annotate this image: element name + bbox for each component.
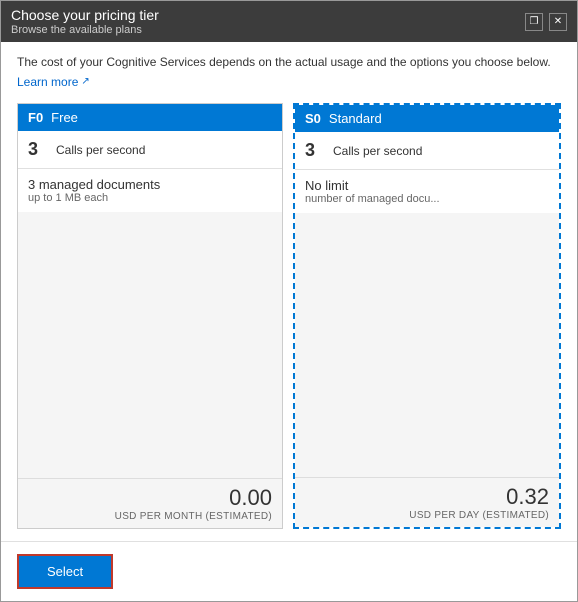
plan-f0-detail-sub: up to 1 MB each — [28, 192, 272, 204]
close-button[interactable]: ✕ — [549, 13, 567, 31]
plan-card-s0[interactable]: S0 Standard 3 Calls per second No limit … — [293, 103, 561, 529]
dialog-subtitle: Browse the available plans — [11, 24, 159, 36]
plan-s0-calls-row: 3 Calls per second — [295, 132, 559, 170]
plan-s0-header: S0 Standard — [295, 105, 559, 132]
plan-f0-price-unit: USD PER MONTH (ESTIMATED) — [28, 511, 272, 522]
plan-f0-body: 3 Calls per second 3 managed documents u… — [18, 131, 282, 478]
dialog: Choose your pricing tier Browse the avai… — [0, 0, 578, 602]
restore-button[interactable]: ❐ — [525, 13, 543, 31]
plans-container: F0 Free 3 Calls per second 3 managed doc… — [17, 103, 561, 529]
plan-s0-price: 0.32 — [305, 484, 549, 510]
dialog-title: Choose your pricing tier — [11, 7, 159, 23]
external-link-icon: ↗ — [81, 76, 89, 87]
learn-more-label: Learn more — [17, 75, 78, 89]
plan-f0-detail: 3 managed documents up to 1 MB each — [18, 169, 282, 212]
plan-s0-detail: No limit number of managed docu... — [295, 170, 559, 213]
select-button[interactable]: Select — [17, 554, 113, 589]
plan-f0-id: F0 — [28, 110, 43, 125]
plan-s0-price-unit: USD PER DAY (ESTIMATED) — [305, 510, 549, 521]
plan-f0-header: F0 Free — [18, 104, 282, 131]
plan-s0-body: 3 Calls per second No limit number of ma… — [295, 132, 559, 477]
plan-f0-name: Free — [51, 110, 78, 125]
title-bar-controls: ❐ ✕ — [525, 13, 567, 31]
plan-s0-calls-label: Calls per second — [333, 140, 422, 158]
title-bar-left: Choose your pricing tier Browse the avai… — [11, 7, 159, 36]
plan-f0-price: 0.00 — [28, 485, 272, 511]
plan-s0-id: S0 — [305, 111, 321, 126]
learn-more-link[interactable]: Learn more ↗ — [17, 75, 561, 89]
plan-s0-detail-sub: number of managed docu... — [305, 193, 549, 205]
plan-s0-detail-main: No limit — [305, 178, 549, 193]
plan-s0-footer: 0.32 USD PER DAY (ESTIMATED) — [295, 477, 559, 527]
plan-f0-detail-main: 3 managed documents — [28, 177, 272, 192]
plan-f0-calls-label: Calls per second — [56, 139, 145, 157]
plan-card-f0[interactable]: F0 Free 3 Calls per second 3 managed doc… — [17, 103, 283, 529]
plan-s0-calls-num: 3 — [305, 140, 333, 161]
description-text: The cost of your Cognitive Services depe… — [17, 54, 561, 71]
title-bar: Choose your pricing tier Browse the avai… — [1, 1, 577, 42]
plan-s0-name: Standard — [329, 111, 382, 126]
plan-f0-calls-num: 3 — [28, 139, 56, 160]
main-content: The cost of your Cognitive Services depe… — [1, 42, 577, 541]
plan-f0-footer: 0.00 USD PER MONTH (ESTIMATED) — [18, 478, 282, 528]
plan-f0-calls-row: 3 Calls per second — [18, 131, 282, 169]
dialog-footer: Select — [1, 541, 577, 601]
